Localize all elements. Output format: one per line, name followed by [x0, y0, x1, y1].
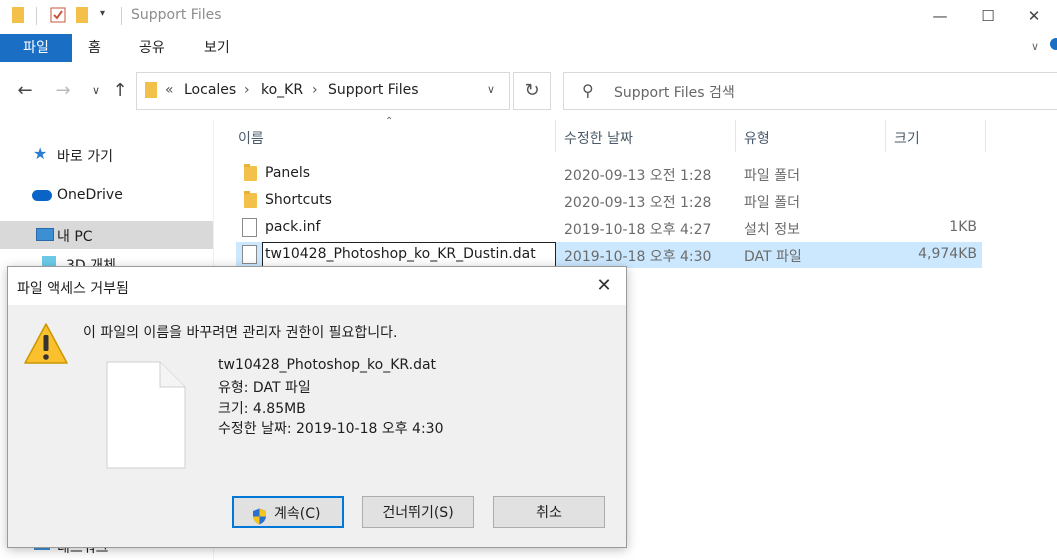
search-placeholder: Support Files 검색 — [614, 85, 735, 101]
file-row[interactable]: pack.inf 2019-10-18 오후 4:27 설치 정보 1KB — [236, 215, 982, 241]
dialog-message: 이 파일의 이름을 바꾸려면 관리자 권한이 필요합니다. — [83, 325, 398, 341]
title-bar: ▾ Support Files — ☐ ✕ — [0, 0, 1057, 33]
customize-toolbar-icon[interactable]: ▾ — [100, 8, 105, 19]
file-date: 2019-10-18 오후 4:30 — [564, 249, 712, 265]
file-date: 2020-09-13 오전 1:28 — [564, 195, 712, 211]
file-row-selected[interactable]: tw10428_Photoshop_ko_KR_Dustin.dat 2019-… — [236, 242, 982, 268]
minimize-icon[interactable]: — — [917, 0, 963, 32]
nav-item-quick-access[interactable]: ★ 바로 가기 — [0, 141, 213, 169]
file-type: 파일 폴더 — [744, 168, 800, 184]
skip-button[interactable]: 건너뛰기(S) — [362, 496, 474, 528]
file-icon — [242, 245, 257, 264]
file-info-date: 수정한 날짜: 2019-10-18 오후 4:30 — [218, 421, 444, 437]
up-arrow-icon[interactable]: ↑ — [107, 78, 133, 104]
file-date: 2019-10-18 오후 4:27 — [564, 222, 712, 238]
file-info-size: 크기: 4.85MB — [218, 401, 306, 417]
tab-view[interactable]: 보기 — [204, 34, 230, 62]
breadcrumb-locales[interactable]: Locales — [184, 82, 236, 98]
folder-icon — [244, 164, 257, 181]
recent-locations-icon[interactable]: ∨ — [83, 78, 109, 104]
new-folder-icon[interactable] — [76, 7, 88, 23]
chevron-right-icon[interactable]: › — [312, 82, 318, 98]
divider — [121, 7, 122, 25]
continue-button[interactable]: 계속(C) — [232, 496, 344, 528]
column-divider[interactable] — [985, 120, 986, 152]
cancel-button[interactable]: 취소 — [493, 496, 605, 528]
file-size: 1KB — [949, 219, 977, 235]
breadcrumb-support-files[interactable]: Support Files — [328, 82, 419, 98]
search-input[interactable]: ⚲ Support Files 검색 — [563, 72, 1057, 110]
folder-icon — [12, 7, 24, 23]
warning-icon — [23, 321, 69, 367]
nav-item-label: 내 PC — [57, 229, 93, 245]
file-type: 파일 폴더 — [744, 195, 800, 211]
file-name: tw10428_Photoshop_ko_KR_Dustin.dat — [265, 246, 536, 262]
column-divider[interactable] — [735, 120, 736, 152]
properties-icon[interactable] — [50, 7, 66, 23]
file-date: 2020-09-13 오전 1:28 — [564, 168, 712, 184]
continue-button-label: 계속(C) — [274, 506, 321, 522]
window-title: Support Files — [131, 7, 222, 23]
access-denied-dialog: 파일 액세스 거부됨 ✕ 이 파일의 이름을 바꾸려면 관리자 권한이 필요합니… — [7, 266, 627, 548]
uac-shield-icon — [252, 505, 267, 525]
forward-arrow-icon[interactable]: → — [50, 78, 76, 104]
folder-icon — [244, 191, 257, 208]
column-header-type[interactable]: 유형 — [744, 126, 770, 152]
address-bar[interactable]: « Locales › ko_KR › Support Files ∨ — [136, 72, 510, 110]
close-icon[interactable]: ✕ — [1011, 0, 1057, 32]
nav-item-this-pc[interactable]: 내 PC — [0, 221, 213, 249]
column-header-name[interactable]: 이름 — [238, 126, 264, 152]
file-type: DAT 파일 — [744, 249, 802, 265]
chevron-right-icon[interactable]: › — [244, 82, 250, 98]
expand-ribbon-icon[interactable]: ∨ — [1031, 40, 1039, 53]
tab-home[interactable]: 홈 — [88, 34, 101, 62]
file-icon — [106, 361, 186, 469]
divider — [36, 7, 37, 25]
sort-ascending-icon: ⌃ — [385, 116, 394, 127]
file-row[interactable]: Panels 2020-09-13 오전 1:28 파일 폴더 — [236, 161, 982, 187]
dialog-title: 파일 액세스 거부됨 — [17, 281, 129, 297]
file-info-name: tw10428_Photoshop_ko_KR.dat — [218, 357, 437, 373]
nav-item-label: 바로 가기 — [57, 149, 113, 165]
star-icon: ★ — [33, 144, 48, 163]
file-name: pack.inf — [265, 219, 321, 235]
maximize-icon[interactable]: ☐ — [965, 0, 1011, 32]
column-header-date[interactable]: 수정한 날짜 — [564, 126, 633, 152]
breadcrumb-overflow[interactable]: « — [165, 82, 174, 98]
file-name: Shortcuts — [265, 192, 332, 208]
breadcrumb-ko-kr[interactable]: ko_KR — [261, 82, 303, 98]
file-info-type: 유형: DAT 파일 — [218, 380, 311, 396]
file-name: Panels — [265, 165, 311, 181]
settings-file-icon — [242, 218, 257, 237]
search-icon: ⚲ — [582, 81, 594, 100]
column-divider[interactable] — [555, 120, 556, 152]
computer-icon — [36, 228, 54, 241]
nav-item-label: OneDrive — [57, 187, 123, 203]
nav-item-onedrive[interactable]: OneDrive — [0, 182, 213, 210]
tab-share[interactable]: 공유 — [139, 34, 165, 62]
close-icon[interactable]: ✕ — [591, 273, 617, 299]
folder-icon — [145, 82, 157, 98]
file-row[interactable]: Shortcuts 2020-09-13 오전 1:28 파일 폴더 — [236, 188, 982, 214]
file-type: 설치 정보 — [744, 222, 800, 238]
help-icon[interactable] — [1050, 38, 1057, 50]
chevron-down-icon[interactable]: ∨ — [487, 83, 495, 96]
column-header-size[interactable]: 크기 — [894, 126, 920, 152]
tab-file[interactable]: 파일 — [0, 34, 72, 62]
file-size: 4,974KB — [918, 246, 977, 262]
back-arrow-icon[interactable]: ← — [12, 78, 38, 104]
refresh-icon[interactable]: ↻ — [513, 72, 551, 110]
column-divider[interactable] — [885, 120, 886, 152]
cloud-icon — [32, 190, 52, 201]
